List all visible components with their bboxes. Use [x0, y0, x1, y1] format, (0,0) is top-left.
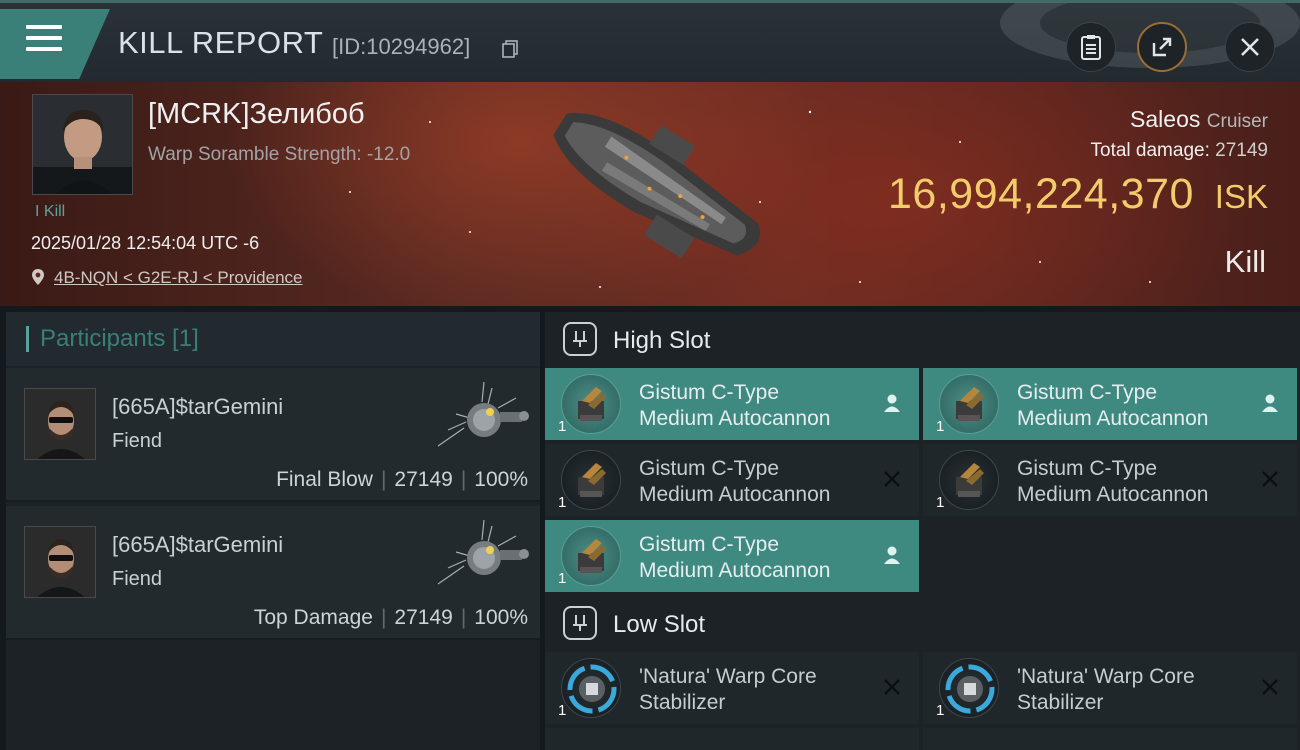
close-icon	[1241, 38, 1259, 56]
participant-percent: 100%	[474, 606, 528, 629]
top-bar: KILL REPORT [ID:10294962]	[0, 0, 1300, 82]
close-button[interactable]	[1225, 22, 1275, 72]
isk-value: 16,994,224,370	[888, 170, 1194, 218]
participant-damage: 27149	[394, 606, 453, 629]
avatar[interactable]	[24, 526, 96, 598]
victim-ship-image[interactable]	[528, 94, 788, 294]
module-name: 'Natura' Warp Core Stabilizer	[1017, 665, 1195, 714]
module-name: Gistum C-Type Medium Autocannon	[1017, 457, 1209, 506]
module-quantity: 1	[936, 702, 945, 719]
module-slot[interactable]: 1 Gistum C-Type Medium Autocannon	[545, 444, 919, 516]
autocannon-icon	[939, 374, 999, 434]
kill-datetime: 2025/01/28 12:54:04 UTC -6	[31, 233, 260, 253]
copy-icon[interactable]	[502, 40, 518, 58]
module-quantity: 1	[558, 702, 567, 719]
low-slot-header: Low Slot	[545, 596, 1300, 652]
person-icon	[884, 546, 900, 564]
fittings-panel: High Slot 1 Gistum C-Type Medium Autocan…	[545, 312, 1300, 750]
module-quantity: 1	[936, 418, 945, 435]
module-slot[interactable]	[923, 728, 1297, 750]
destroyed-icon	[1262, 471, 1278, 487]
high-slot-icon	[563, 322, 597, 356]
autocannon-icon	[561, 450, 621, 510]
attacker-ship: Fiend	[112, 568, 163, 590]
clipboard-icon	[1081, 35, 1101, 60]
victim-banner: [MCRK]Зелибоб Warp Soramble Strength: -1…	[0, 82, 1300, 306]
autocannon-icon	[561, 374, 621, 434]
participants-tab[interactable]: Participants [1]	[6, 312, 540, 366]
module-slot[interactable]: 1 'Natura' Warp Core Stabilizer	[545, 652, 919, 724]
participant-role: Final Blow	[276, 468, 373, 491]
module-quantity: 1	[558, 570, 567, 587]
warp-core-stabilizer-icon	[939, 658, 999, 718]
warp-core-stabilizer-icon	[561, 658, 621, 718]
module-name: Gistum C-Type Medium Autocannon	[1017, 381, 1209, 430]
autocannon-icon	[561, 526, 621, 586]
high-slot-title: High Slot	[613, 327, 711, 354]
participant-role: Top Damage	[253, 606, 373, 629]
attacker-ship: Fiend	[112, 430, 163, 452]
hamburger-menu-icon[interactable]	[26, 25, 62, 55]
attacker-name[interactable]: [665A]$tarGemini	[112, 394, 283, 420]
report-id: [ID:10294962]	[332, 34, 471, 59]
ship-class: Cruiser	[1206, 111, 1268, 132]
module-name: 'Natura' Warp Core Stabilizer	[639, 665, 817, 714]
share-icon	[1152, 37, 1172, 57]
low-slot-title: Low Slot	[613, 611, 706, 638]
participants-panel: Participants [1] [665A]$tarGemini Fiend	[6, 312, 540, 750]
victim-portrait[interactable]	[32, 94, 133, 195]
isk-unit: ISK	[1214, 178, 1268, 215]
person-icon	[884, 394, 900, 412]
module-slot[interactable]: 1 Gistum C-Type Medium Autocannon	[923, 368, 1297, 440]
module-slot[interactable]	[545, 728, 919, 750]
destroyed-icon	[884, 679, 900, 695]
module-quantity: 1	[558, 494, 567, 511]
participant-percent: 100%	[474, 468, 528, 491]
module-slot[interactable]: 1 Gistum C-Type Medium Autocannon	[923, 444, 1297, 516]
participants-header: Participants [1]	[40, 325, 199, 352]
participant-damage: 27149	[394, 468, 453, 491]
location-link[interactable]: 4B-NQN < G2E-RJ < Providence	[54, 268, 302, 288]
participant-stats: Top Damage | 27149 | 100%	[253, 606, 528, 629]
destroyed-icon	[1262, 679, 1278, 695]
participant-stats: Final Blow | 27149 | 100%	[276, 468, 528, 491]
total-damage: Total damage: 27149	[1090, 140, 1268, 161]
module-name: Gistum C-Type Medium Autocannon	[639, 381, 831, 430]
participant-row[interactable]: [665A]$tarGemini Fiend Top Damage | 27149 |…	[6, 506, 540, 640]
page-title: KILL REPORT	[118, 25, 324, 60]
module-quantity: 1	[558, 418, 567, 435]
module-name: Gistum C-Type Medium Autocannon	[639, 457, 831, 506]
attacker-ship-image	[437, 381, 529, 447]
module-slot[interactable]: 1 Gistum C-Type Medium Autocannon	[545, 520, 919, 592]
person-icon	[1262, 394, 1278, 412]
autocannon-icon	[939, 450, 999, 510]
module-quantity: 1	[936, 494, 945, 511]
low-slot-icon	[563, 606, 597, 640]
module-slot[interactable]: 1 'Natura' Warp Core Stabilizer	[923, 652, 1297, 724]
high-slot-header: High Slot	[545, 312, 1300, 368]
warp-scramble-strength: Warp Soramble Strength: -12.0	[148, 144, 411, 165]
result-label: Kill	[1224, 244, 1266, 279]
victim-name[interactable]: [MCRK]Зелибоб	[148, 98, 365, 131]
clipboard-button[interactable]	[1066, 22, 1116, 72]
kill-tag: I Kill	[35, 203, 66, 220]
module-name: Gistum C-Type Medium Autocannon	[639, 533, 831, 582]
avatar[interactable]	[24, 388, 96, 460]
location-pin-icon	[32, 269, 44, 285]
participant-row[interactable]: [665A]$tarGemini Fiend Final Blow | 27149 |…	[6, 368, 540, 502]
module-slot[interactable]: 1 Gistum C-Type Medium Autocannon	[545, 368, 919, 440]
destroyed-icon	[884, 471, 900, 487]
victim-ship-name[interactable]: Saleos Cruiser	[1130, 106, 1268, 133]
attacker-name[interactable]: [665A]$tarGemini	[112, 532, 283, 558]
attacker-ship-image	[437, 519, 529, 585]
share-button[interactable]	[1137, 22, 1187, 72]
